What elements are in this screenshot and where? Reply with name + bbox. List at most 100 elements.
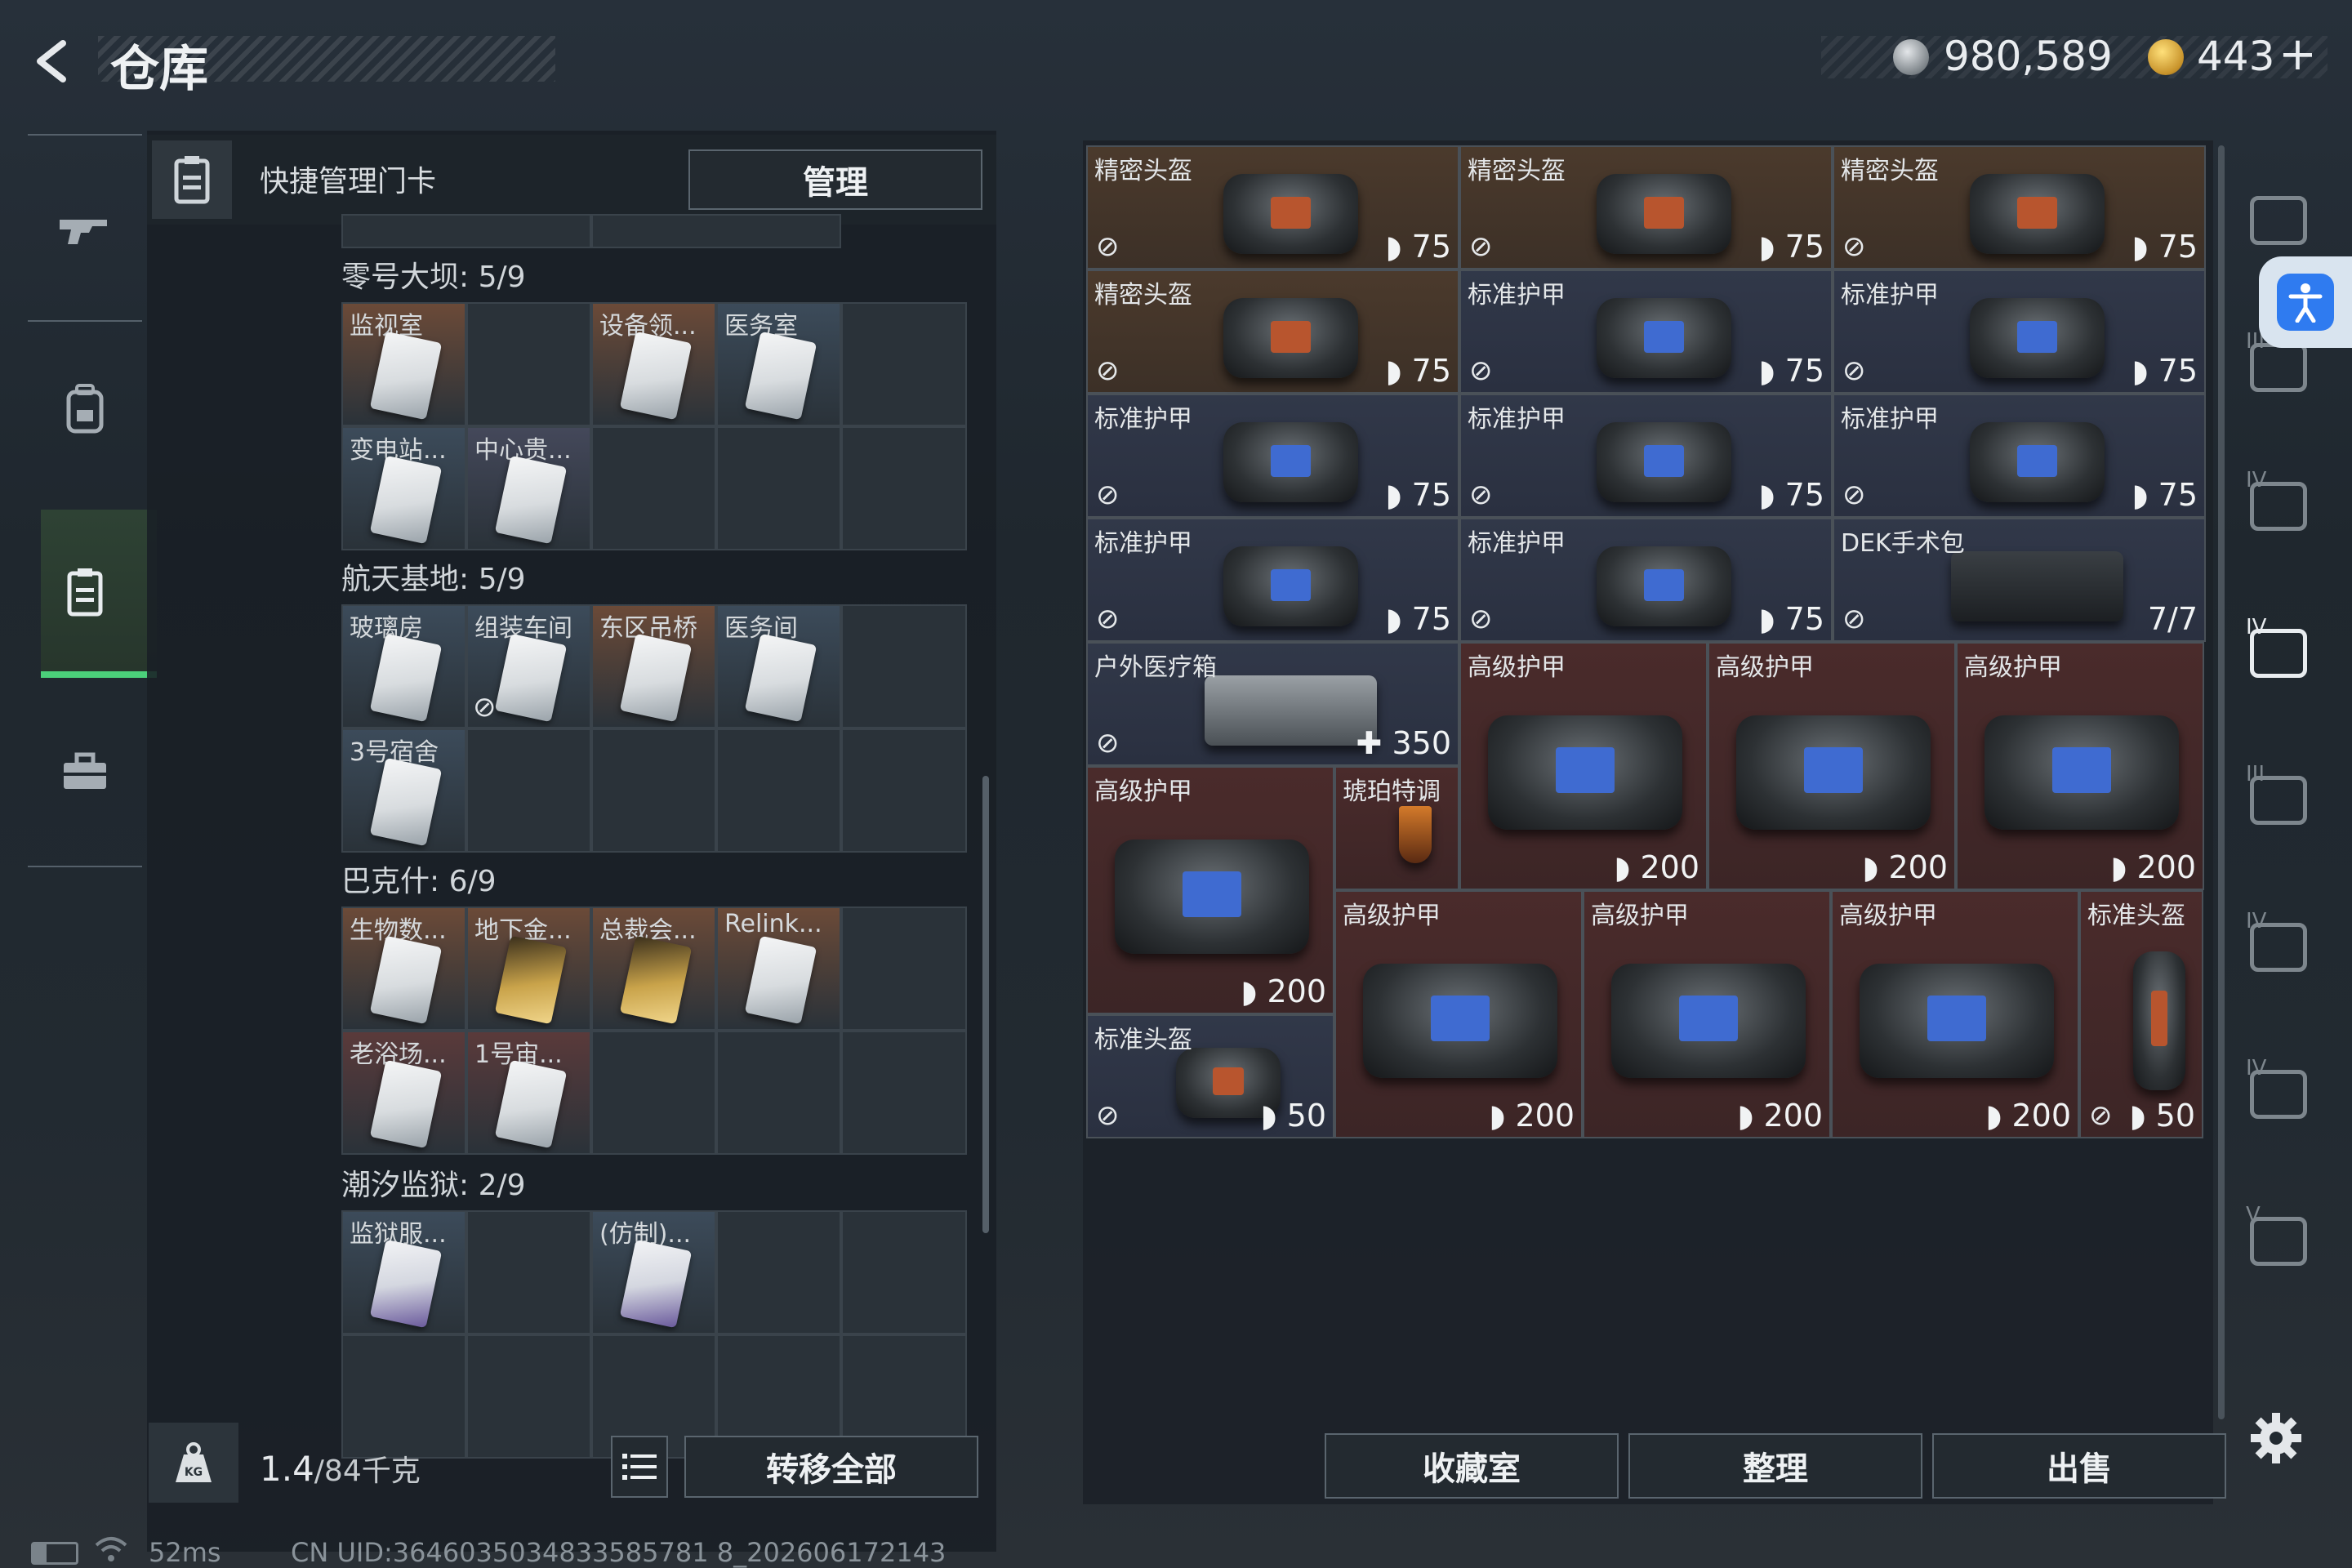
sort-button[interactable]: 整理 (1628, 1433, 1922, 1499)
inventory-item-smallhelmet[interactable]: 标准头盔 ⊘ ◗ 50 (1086, 1014, 1334, 1138)
keycard-item[interactable]: 总裁会... (591, 906, 716, 1031)
keycard-item[interactable]: 生物数... (341, 906, 466, 1031)
inventory-item-medbox[interactable]: 户外医疗箱 ⊘ ✚ 350 (1086, 642, 1459, 766)
left-scrollbar[interactable] (982, 776, 989, 1233)
inventory-item-armor[interactable]: 标准护甲 ⊘ ◗ 75 (1086, 518, 1459, 642)
item-value: 200 (1515, 1098, 1575, 1134)
slot-gun-iv-icon[interactable]: IV (2230, 906, 2328, 988)
inventory-item-bigarmor[interactable]: 高级护甲 ◗ 200 (1831, 890, 2079, 1138)
item-name: 标准护甲 (1841, 281, 1939, 310)
keycard-item[interactable]: 医务室 (716, 302, 841, 426)
item-name: 精密头盔 (1841, 157, 1939, 185)
keycard-item[interactable]: 监狱服... (341, 1210, 466, 1334)
keycard-item[interactable]: 3号宿舍 (341, 728, 466, 853)
inventory-item-bigarmor[interactable]: 高级护甲 ◗ 200 (1086, 766, 1334, 1014)
shield-icon: ◗ (1385, 229, 1412, 265)
keycard-item[interactable]: 地下金... (466, 906, 591, 1031)
keycard-item[interactable]: (仿制)... (591, 1210, 716, 1334)
keycard-item[interactable]: 组装车间 ⊘ (466, 604, 591, 728)
weight-readout: 1.4/84千克 (260, 1447, 421, 1490)
inventory-item-helmet[interactable]: 精密头盔 ⊘ ◗ 75 (1833, 145, 2206, 270)
inventory-item-helmet[interactable]: 精密头盔 ⊘ ◗ 75 (1086, 270, 1459, 394)
inventory-item-armor[interactable]: 标准护甲 ⊘ ◗ 75 (1833, 270, 2206, 394)
bigarmor-icon (1984, 715, 2179, 830)
inventory-item-armor[interactable]: 标准护甲 ⊘ ◗ 75 (1086, 394, 1459, 518)
settings-button[interactable] (2247, 1410, 2305, 1467)
keycard-item[interactable]: 设备领... (591, 302, 716, 426)
add-currency-button[interactable]: + (2278, 28, 2317, 81)
gun-icon (60, 220, 107, 244)
inventory-item-bigarmor[interactable]: 高级护甲 ◗ 200 (1459, 642, 1708, 890)
item-value: 350 (1392, 725, 1451, 761)
sell-button[interactable]: 出售 (1932, 1433, 2226, 1499)
keycard-icon (369, 633, 443, 723)
keycard-tab[interactable] (44, 551, 126, 633)
item-durability: ◗ 75 (1386, 353, 1451, 389)
keycard-item[interactable]: 医务间 (716, 604, 841, 728)
inventory-item-bigarmor[interactable]: 高级护甲 ◗ 200 (1708, 642, 1956, 890)
weight-total: /84千克 (314, 1454, 421, 1488)
item-value: 75 (1411, 601, 1451, 637)
armor-icon (1223, 546, 1358, 626)
armor-iii-icon: III (2246, 762, 2307, 825)
item-name: 标准护甲 (1094, 529, 1192, 558)
inventory-item-smallhelmet[interactable]: 标准头盔 ⊘ ◗ 50 (2079, 890, 2203, 1138)
inventory-item-drink[interactable]: 琥珀特调 (1334, 766, 1459, 890)
list-view-button[interactable] (611, 1436, 668, 1498)
shield-icon: ◗ (1758, 477, 1785, 513)
shield-icon: ◗ (1758, 353, 1785, 389)
bigarmor-icon (1611, 964, 1806, 1078)
inventory-item-bigarmor[interactable]: 高级护甲 ◗ 200 (1583, 890, 1831, 1138)
slot-vest-iv-icon[interactable]: IV (2230, 466, 2328, 547)
wifi-icon (95, 1535, 127, 1568)
item-value: 75 (2158, 229, 2198, 265)
no-trade-icon: ⊘ (2089, 1099, 2113, 1132)
no-trade-icon: ⊘ (1096, 727, 1120, 760)
vest-iv-icon: IV (2246, 468, 2307, 531)
item-name: 琥珀特调 (1343, 777, 1441, 806)
weapon-tab[interactable] (44, 188, 126, 270)
inventory-item-armor[interactable]: 标准护甲 ⊘ ◗ 75 (1459, 270, 1833, 394)
keycard-item[interactable]: 变电站... (341, 426, 466, 550)
slot-armor-iii-icon[interactable]: III (2230, 760, 2328, 841)
keycard-item[interactable]: 老浴场... (341, 1031, 466, 1155)
keycard-item[interactable]: 1号宙... (466, 1031, 591, 1155)
bigarmor-icon (1363, 964, 1557, 1078)
slot-tier-label: IV (2246, 615, 2267, 639)
accessibility-button[interactable] (2259, 256, 2352, 348)
slot-tier-label: IV (2246, 909, 2267, 933)
collection-room-button[interactable]: 收藏室 (1325, 1433, 1619, 1499)
section-title: 零号大坝: 5/9 (341, 261, 526, 294)
slot-gun-iv-2-icon[interactable]: IV (2230, 1054, 2328, 1135)
inventory-item-helmet[interactable]: 精密头盔 ⊘ ◗ 75 (1459, 145, 1833, 270)
item-name: 精密头盔 (1094, 157, 1192, 185)
manage-button[interactable]: 管理 (688, 149, 982, 210)
inventory-scrollbar[interactable] (2218, 145, 2225, 1419)
keycard-item[interactable]: Relink... (716, 906, 841, 1031)
inventory-item-kit[interactable]: DEK手术包 ⊘ 7/7 (1833, 518, 2206, 642)
item-durability: ◗ 200 (1614, 849, 1699, 885)
toolbox-tab[interactable] (44, 731, 126, 813)
keycard-item[interactable]: 监视室 (341, 302, 466, 426)
keycard-icon (494, 1059, 568, 1149)
inventory-item-armor[interactable]: 标准护甲 ⊘ ◗ 75 (1459, 394, 1833, 518)
shield-icon: ◗ (1385, 601, 1412, 637)
backpack-tab[interactable] (44, 368, 126, 449)
keycard-icon (369, 455, 443, 545)
slot-gun-v-icon[interactable]: V (2230, 1200, 2328, 1282)
nav-divider (28, 134, 142, 136)
keycard-item[interactable]: 东区吊桥 (591, 604, 716, 728)
inventory-item-bigarmor[interactable]: 高级护甲 ◗ 200 (1334, 890, 1583, 1138)
transfer-all-button[interactable]: 转移全部 (684, 1436, 978, 1498)
inventory-item-helmet[interactable]: 精密头盔 ⊘ ◗ 75 (1086, 145, 1459, 270)
keycard-item[interactable]: 玻璃房 (341, 604, 466, 728)
slot-helmet-slot-icon[interactable] (2230, 180, 2328, 261)
inventory-item-armor[interactable]: 标准护甲 ⊘ ◗ 75 (1459, 518, 1833, 642)
slot-medkit-iv-icon[interactable]: IV (2230, 612, 2328, 694)
gun-v-icon: V (2246, 1203, 2307, 1266)
keycard-item[interactable]: 中心贵... (466, 426, 591, 550)
inventory-item-armor[interactable]: 标准护甲 ⊘ ◗ 75 (1833, 394, 2206, 518)
back-button[interactable] (24, 33, 82, 90)
partial-card-row (341, 214, 591, 248)
inventory-item-bigarmor[interactable]: 高级护甲 ◗ 200 (1956, 642, 2204, 890)
